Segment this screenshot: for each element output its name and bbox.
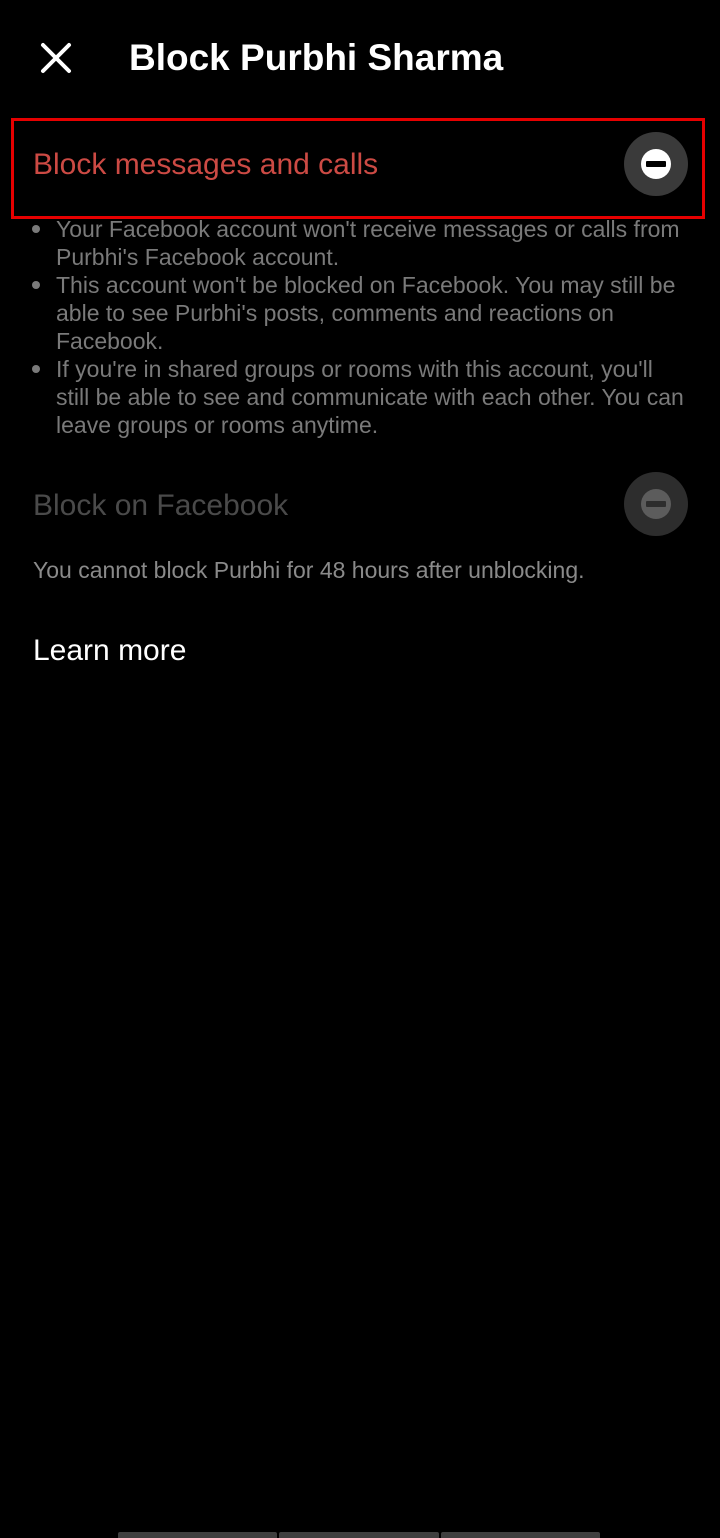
top-bar: Block Purbhi Sharma bbox=[0, 0, 720, 118]
info-text: If you're in shared groups or rooms with… bbox=[56, 356, 684, 438]
block-messages-toggle[interactable] bbox=[624, 132, 688, 196]
info-text: This account won't be blocked on Faceboo… bbox=[56, 272, 676, 354]
page-title: Block Purbhi Sharma bbox=[129, 37, 504, 78]
block-on-facebook-toggle bbox=[624, 472, 688, 536]
list-item: Your Facebook account won't receive mess… bbox=[30, 215, 690, 271]
close-icon bbox=[41, 43, 71, 73]
learn-more-link[interactable]: Learn more bbox=[33, 632, 186, 670]
close-button[interactable] bbox=[32, 34, 80, 82]
info-text: Your Facebook account won't receive mess… bbox=[56, 216, 680, 270]
list-item: This account won't be blocked on Faceboo… bbox=[30, 271, 690, 355]
block-messages-info-list: Your Facebook account won't receive mess… bbox=[30, 215, 690, 439]
block-on-facebook-label: Block on Facebook bbox=[33, 489, 289, 522]
block-on-facebook-note: You cannot block Purbhi for 48 hours aft… bbox=[33, 557, 585, 583]
block-icon bbox=[641, 489, 671, 519]
block-messages-label: Block messages and calls bbox=[33, 148, 379, 181]
block-icon bbox=[641, 149, 671, 179]
navigation-handle[interactable] bbox=[118, 1532, 600, 1538]
list-item: If you're in shared groups or rooms with… bbox=[30, 355, 690, 439]
